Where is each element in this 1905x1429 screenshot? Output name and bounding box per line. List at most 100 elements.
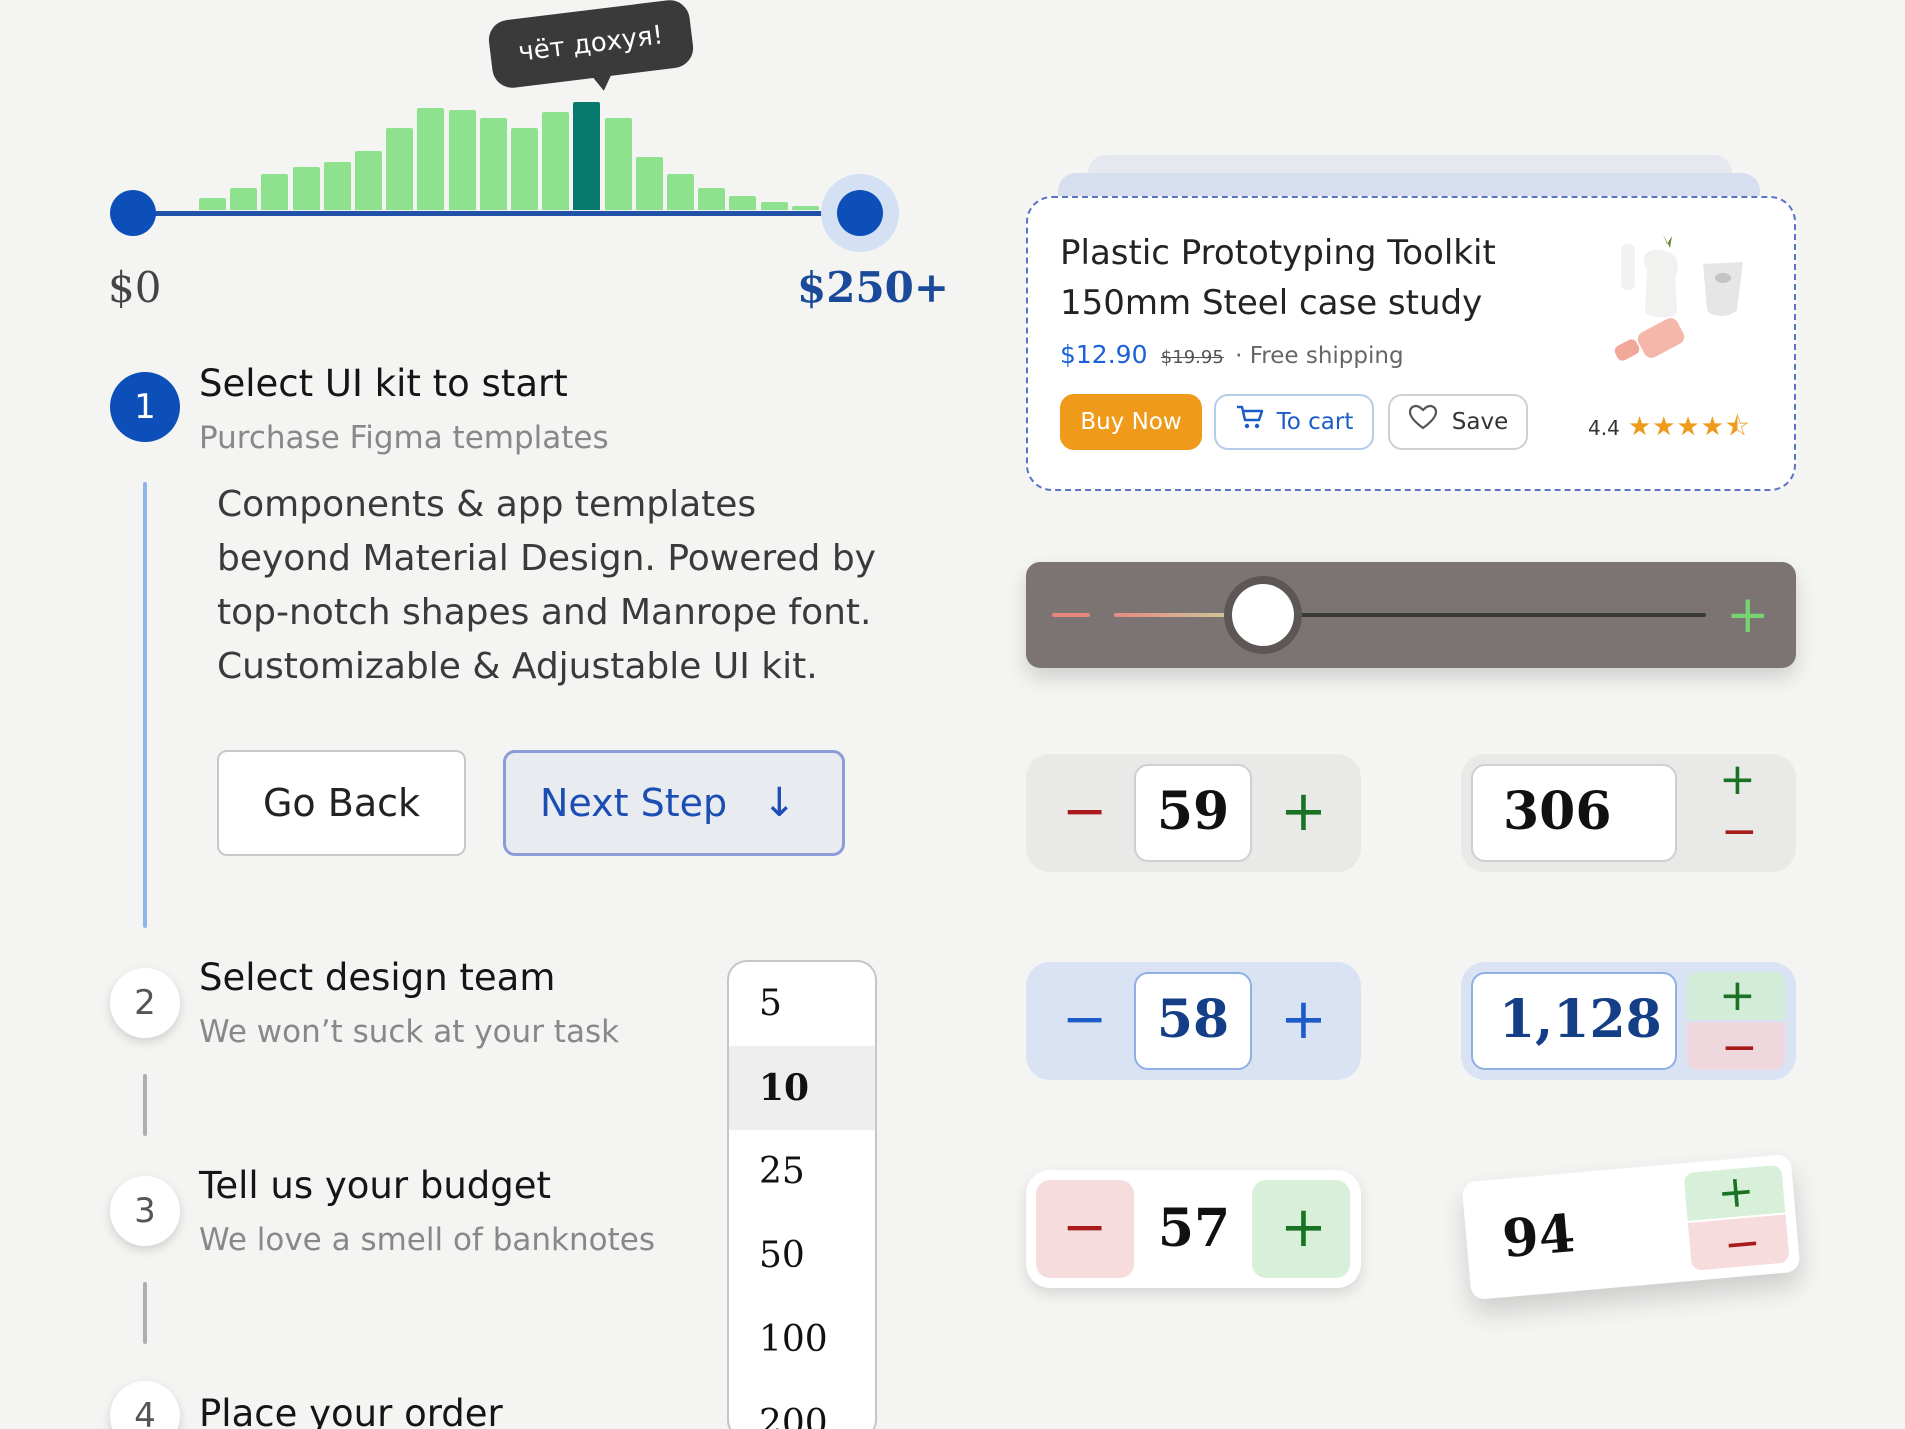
histogram-bar-selected[interactable] bbox=[573, 102, 601, 210]
decrement-button[interactable]: − bbox=[1687, 1022, 1785, 1070]
quantity-stepper-grey: − 59 + bbox=[1026, 754, 1361, 872]
shipping-info: · Free shipping bbox=[1235, 343, 1404, 369]
step-2-title: Select design team bbox=[199, 956, 556, 999]
histogram-bar[interactable] bbox=[261, 174, 289, 210]
dropdown-option[interactable]: 25 bbox=[729, 1130, 875, 1214]
increment-button[interactable]: + bbox=[1687, 972, 1785, 1020]
to-cart-label: To cart bbox=[1276, 409, 1354, 435]
price-max-label: $250+ bbox=[797, 263, 950, 312]
step-3-subtitle: We love a smell of banknotes bbox=[199, 1222, 655, 1258]
product-card: Plastic Prototyping Toolkit 150mm Steel … bbox=[1026, 196, 1796, 491]
dropdown-option[interactable]: 100 bbox=[729, 1298, 875, 1382]
plus-icon[interactable]: + bbox=[1726, 589, 1770, 641]
cart-icon bbox=[1235, 397, 1265, 449]
histogram-bar[interactable] bbox=[230, 188, 258, 210]
histogram-bar[interactable] bbox=[511, 128, 538, 210]
arrow-down-icon: ↓ bbox=[762, 780, 796, 826]
description-line: beyond Material Design. Powered by bbox=[217, 538, 876, 579]
histogram-bar[interactable] bbox=[791, 206, 819, 210]
price-min-label: $0 bbox=[108, 263, 162, 312]
price-max-handle[interactable] bbox=[837, 190, 883, 236]
next-step-button[interactable]: Next Step ↓ bbox=[503, 750, 845, 856]
dropdown-option-selected[interactable]: 10 bbox=[729, 1046, 875, 1130]
minus-icon[interactable] bbox=[1052, 613, 1090, 617]
quantity-stepper-blue-vertical: 1,128 + − bbox=[1461, 962, 1796, 1080]
step-2-subtitle: We won’t suck at your task bbox=[199, 1014, 620, 1050]
dropdown-option[interactable]: 50 bbox=[729, 1214, 875, 1298]
step-4-badge[interactable]: 4 bbox=[110, 1381, 180, 1429]
step-1-title: Select UI kit to start bbox=[199, 362, 568, 405]
step-4-title: Place your order bbox=[199, 1392, 503, 1429]
step-3-title: Tell us your budget bbox=[199, 1164, 552, 1207]
product-rating: 4.4 ★★★★⯪ bbox=[1588, 408, 1751, 452]
go-back-button[interactable]: Go Back bbox=[217, 750, 466, 856]
plus-icon[interactable]: + bbox=[1280, 992, 1327, 1048]
histogram-bar[interactable] bbox=[417, 108, 445, 210]
plus-icon: + bbox=[1715, 1165, 1757, 1220]
slider-track[interactable] bbox=[1114, 613, 1706, 617]
budget-dropdown[interactable]: 5 10 25 50 100 200 bbox=[727, 960, 877, 1429]
save-label: Save bbox=[1451, 409, 1509, 435]
histogram-bar[interactable] bbox=[760, 202, 788, 210]
dropdown-option[interactable]: 5 bbox=[729, 962, 875, 1046]
plus-icon[interactable]: + bbox=[1280, 784, 1327, 840]
slider-thumb[interactable] bbox=[1232, 584, 1294, 646]
histogram-bar[interactable] bbox=[698, 188, 726, 210]
slider-control: + bbox=[1026, 562, 1796, 668]
description-line: top-notch shapes and Manrope font. bbox=[217, 592, 872, 633]
histogram-bar[interactable] bbox=[667, 174, 694, 210]
price-range-track[interactable] bbox=[133, 211, 860, 216]
minus-icon: − bbox=[1721, 1216, 1763, 1271]
price-min-handle[interactable] bbox=[110, 190, 156, 236]
quantity-stepper-colored: − 57 + bbox=[1026, 1170, 1361, 1288]
histogram-bar[interactable] bbox=[292, 167, 320, 210]
histogram-bar[interactable] bbox=[635, 157, 663, 210]
save-button[interactable]: Save bbox=[1388, 394, 1528, 450]
step-1-subtitle: Purchase Figma templates bbox=[199, 420, 609, 456]
step-3-badge[interactable]: 3 bbox=[110, 1176, 180, 1246]
next-step-label: Next Step bbox=[540, 781, 728, 825]
increment-button[interactable]: + bbox=[1252, 1180, 1350, 1278]
histogram-bar[interactable] bbox=[323, 162, 351, 210]
step-2-badge[interactable]: 2 bbox=[110, 968, 180, 1038]
step-1-connector bbox=[143, 482, 147, 928]
quantity-field[interactable]: 306 bbox=[1471, 764, 1677, 862]
heart-icon bbox=[1408, 397, 1438, 449]
quantity-value[interactable]: 94 bbox=[1498, 1185, 1579, 1289]
histogram-bar[interactable] bbox=[199, 198, 226, 210]
minus-icon[interactable]: − bbox=[1721, 810, 1758, 854]
histogram-bar[interactable] bbox=[542, 112, 570, 210]
histogram-bar[interactable] bbox=[604, 118, 632, 210]
quantity-field[interactable]: 1,128 bbox=[1471, 972, 1677, 1070]
minus-icon[interactable]: − bbox=[1062, 992, 1107, 1046]
quantity-value[interactable]: 57 bbox=[1136, 1180, 1252, 1278]
quantity-field[interactable]: 58 bbox=[1134, 972, 1252, 1070]
quantity-field[interactable]: 59 bbox=[1134, 764, 1252, 862]
ui-kit-showcase: чёт дохуя! $0 $250+ 1 Select UI kit to s… bbox=[0, 0, 1905, 1429]
product-price: $12.90 bbox=[1060, 340, 1148, 369]
step-2-connector bbox=[143, 1074, 147, 1136]
quantity-stepper-tilted: 94 + − bbox=[1461, 1153, 1801, 1301]
buy-now-button[interactable]: Buy Now bbox=[1060, 394, 1202, 450]
rating-value: 4.4 bbox=[1588, 416, 1620, 440]
to-cart-button[interactable]: To cart bbox=[1214, 394, 1374, 450]
dropdown-option[interactable]: 200 bbox=[729, 1382, 875, 1429]
description-line: Customizable & Adjustable UI kit. bbox=[217, 646, 818, 687]
step-3-connector bbox=[143, 1282, 147, 1344]
star-icons: ★★★★⯪ bbox=[1627, 412, 1751, 442]
decrement-button[interactable]: − bbox=[1036, 1180, 1134, 1278]
histogram-bar[interactable] bbox=[448, 110, 476, 210]
step-1-badge[interactable]: 1 bbox=[110, 372, 180, 442]
decrement-button[interactable]: − bbox=[1687, 1214, 1790, 1271]
minus-icon[interactable]: − bbox=[1062, 784, 1107, 838]
histogram-bar[interactable] bbox=[386, 128, 414, 210]
histogram-bar[interactable] bbox=[729, 196, 757, 210]
plus-icon[interactable]: + bbox=[1719, 758, 1756, 802]
product-old-price: $19.95 bbox=[1160, 347, 1224, 368]
product-title: Plastic Prototyping Toolkit 150mm Steel … bbox=[1060, 228, 1580, 328]
histogram-bar[interactable] bbox=[355, 151, 382, 210]
histogram-bar[interactable] bbox=[479, 118, 507, 210]
product-image bbox=[1593, 220, 1763, 370]
quantity-stepper-blue: − 58 + bbox=[1026, 962, 1361, 1080]
increment-button[interactable]: + bbox=[1683, 1164, 1786, 1222]
